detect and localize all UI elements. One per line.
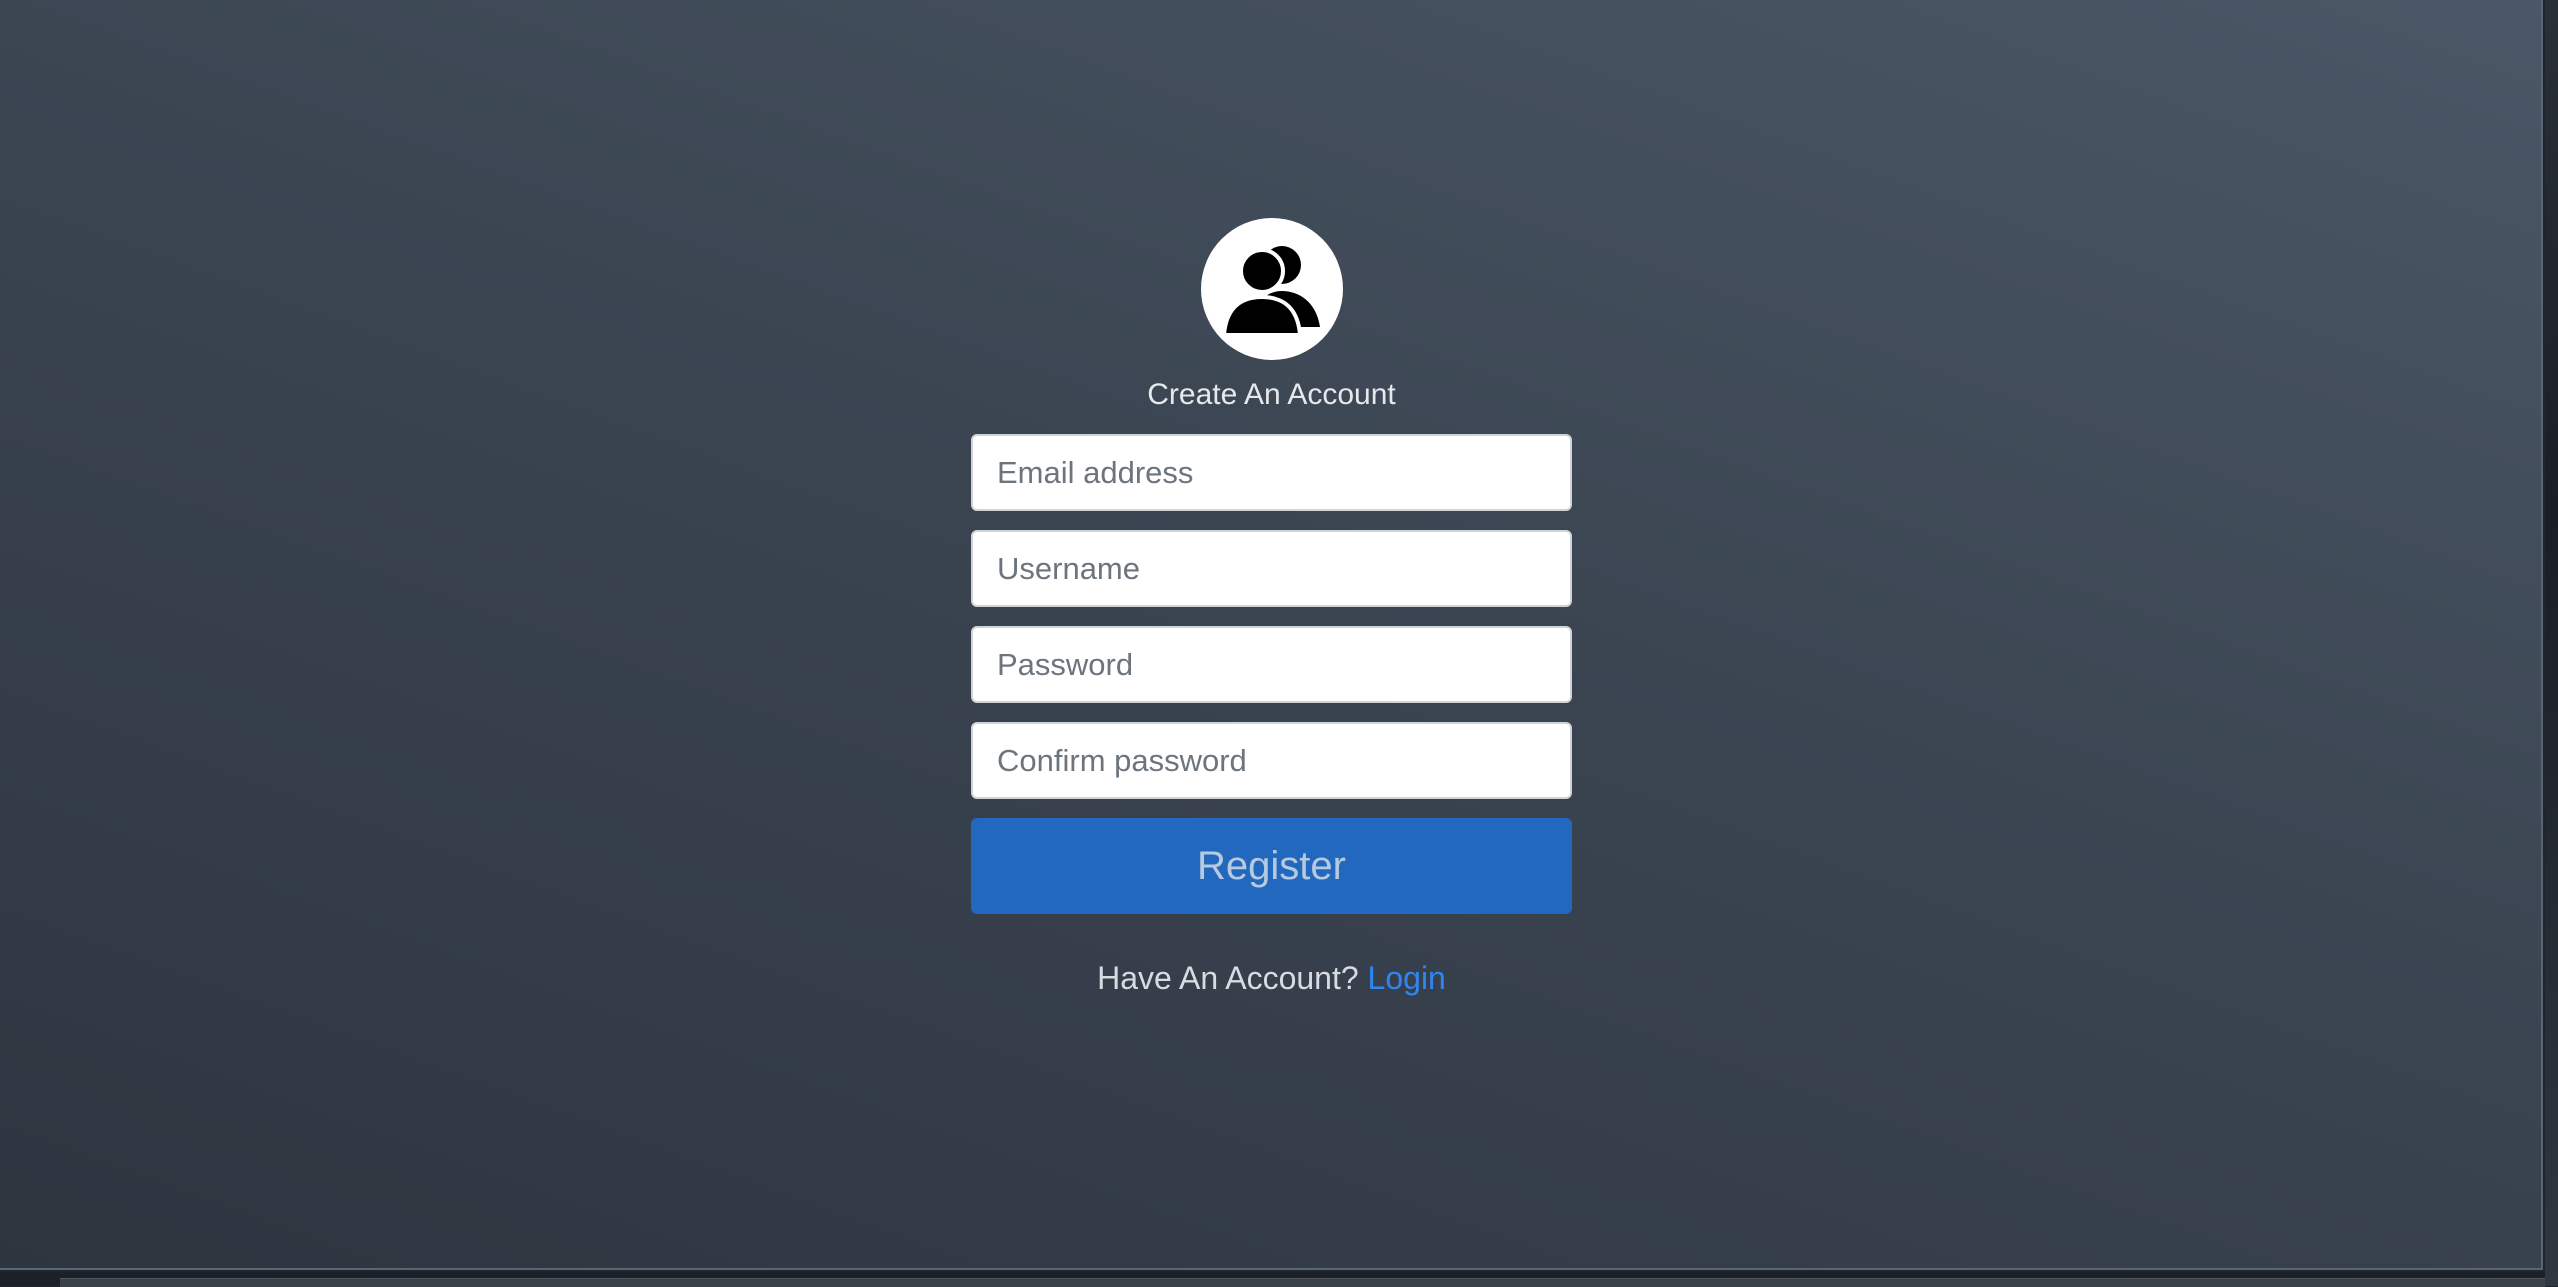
register-form: Create An Account Register Have An Accou…	[971, 218, 1572, 997]
page-title: Create An Account	[1147, 378, 1396, 411]
login-link[interactable]: Login	[1368, 960, 1446, 996]
avatar	[1200, 218, 1343, 360]
window-edge-right	[2545, 0, 2558, 1286]
username-field[interactable]	[971, 530, 1572, 607]
password-field[interactable]	[971, 626, 1572, 703]
register-button[interactable]: Register	[971, 818, 1572, 914]
app-window: Create An Account Register Have An Accou…	[0, 0, 2543, 1270]
confirm-password-field[interactable]	[971, 722, 1572, 799]
users-icon	[1221, 246, 1320, 337]
email-field[interactable]	[971, 434, 1572, 511]
login-prompt-text: Have An Account?	[1097, 960, 1359, 996]
login-prompt: Have An Account? Login	[971, 960, 1572, 997]
